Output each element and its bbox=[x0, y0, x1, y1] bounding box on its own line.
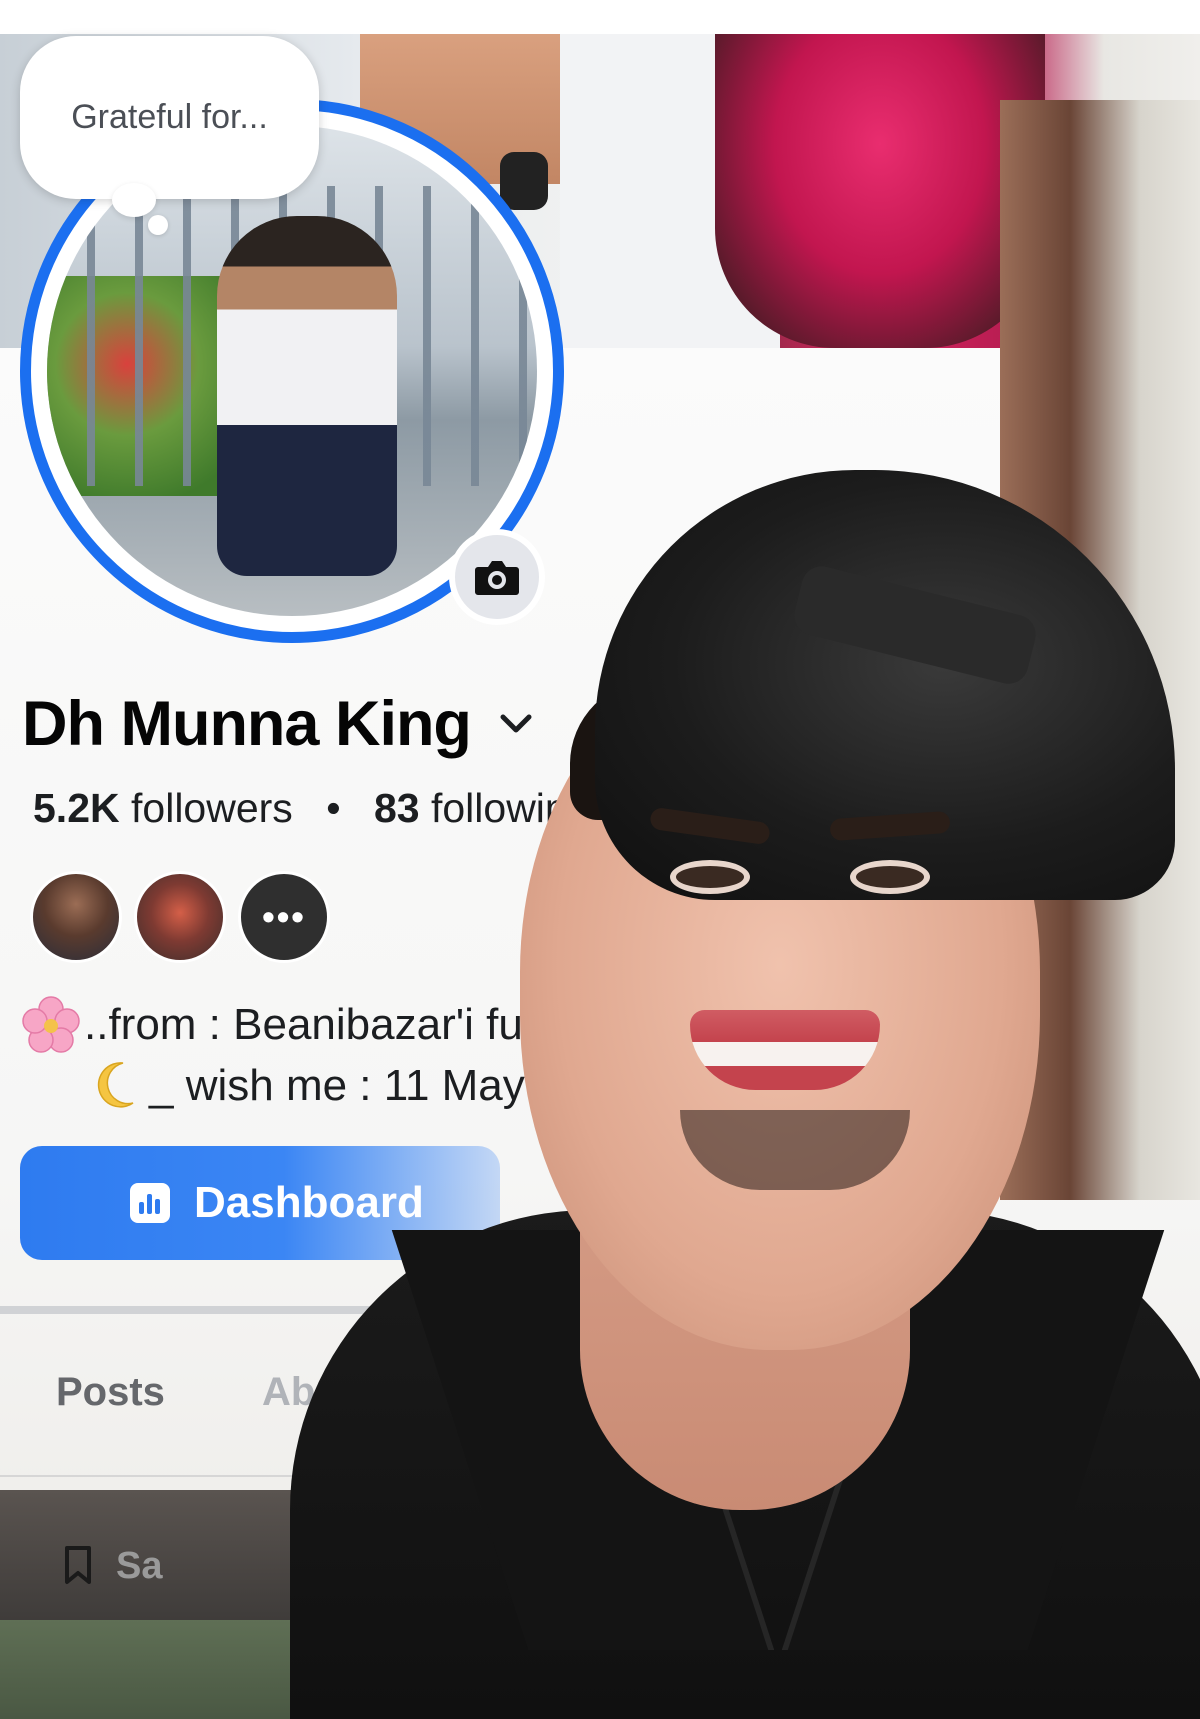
selfie-overlay-photo bbox=[250, 470, 1200, 1719]
selfie-eye-right bbox=[850, 860, 930, 894]
bar-chart-icon bbox=[130, 1183, 170, 1223]
followers-count: 5.2K bbox=[33, 785, 120, 831]
cover-motorbike bbox=[715, 34, 1045, 348]
friend-avatar[interactable] bbox=[134, 871, 226, 963]
tab-posts[interactable]: Posts bbox=[56, 1370, 165, 1415]
bubble-tail-small bbox=[148, 215, 168, 235]
bubble-tail-large bbox=[112, 183, 156, 217]
selfie-eye-left bbox=[670, 860, 750, 894]
bookmark-icon[interactable] bbox=[64, 1545, 92, 1585]
saved-label[interactable]: Sa bbox=[116, 1545, 162, 1588]
status-note-text: Grateful for... bbox=[71, 98, 268, 136]
crescent-moon-icon bbox=[97, 1062, 134, 1108]
selfie-smile bbox=[690, 1010, 880, 1090]
friend-avatar[interactable] bbox=[30, 871, 122, 963]
cherry-blossom-icon bbox=[22, 996, 80, 1053]
status-note-bubble[interactable]: Grateful for... bbox=[20, 36, 319, 199]
